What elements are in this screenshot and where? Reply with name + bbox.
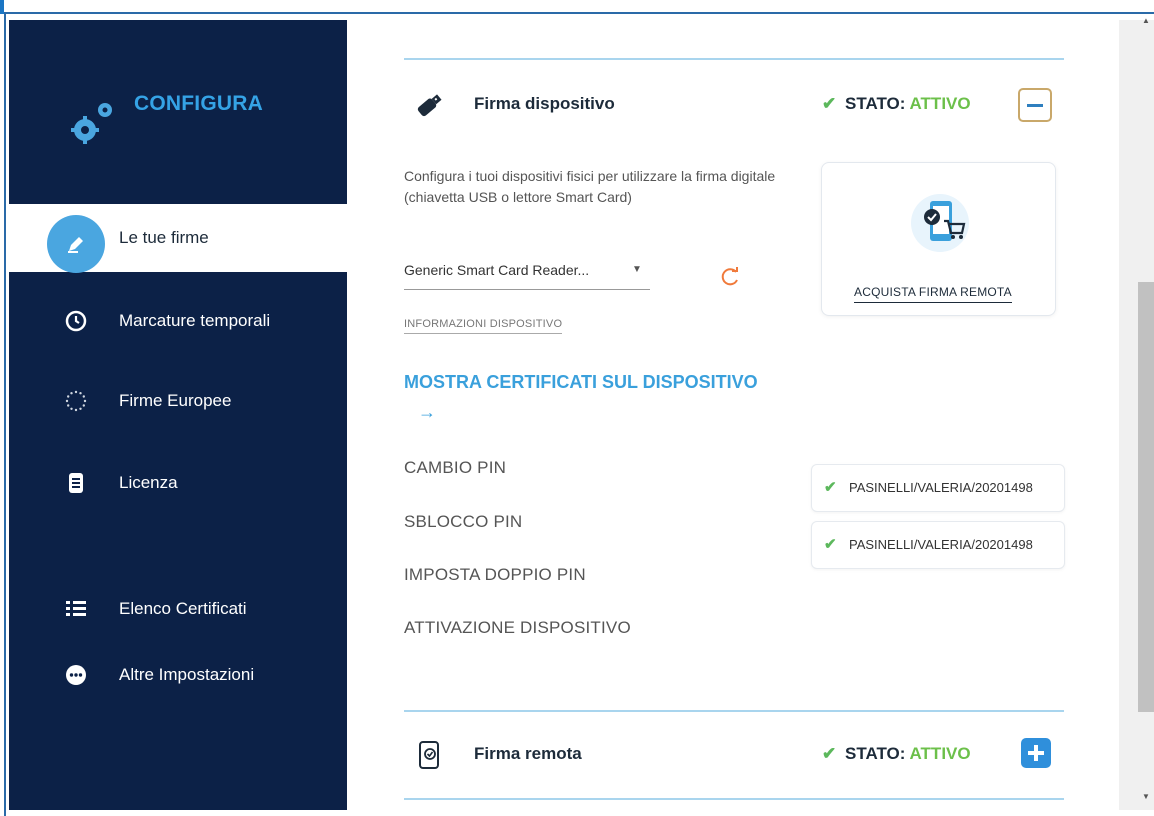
status-value: ATTIVO bbox=[909, 94, 971, 113]
sidebar-item-altre-impostazioni[interactable]: Altre Impostazioni bbox=[9, 642, 347, 708]
main-content bbox=[347, 20, 1119, 810]
eu-stars-icon bbox=[65, 390, 87, 412]
sidebar-item-label: Le tue firme bbox=[119, 228, 209, 247]
change-pin-action[interactable]: CAMBIO PIN bbox=[404, 458, 506, 478]
device-info-link[interactable]: INFORMAZIONI DISPOSITIVO bbox=[404, 318, 563, 334]
divider bbox=[404, 710, 1064, 712]
certificate-name: PASINELLI/VALERIA/20201498 bbox=[849, 537, 1033, 552]
divider bbox=[404, 798, 1064, 800]
status-label: STATO: bbox=[844, 94, 906, 113]
buy-remote-signature-link[interactable]: ACQUISTA FIRMA REMOTA bbox=[854, 285, 1012, 303]
check-icon: ✔ bbox=[822, 744, 837, 763]
scroll-up-icon[interactable]: ▲ bbox=[1142, 16, 1150, 25]
remote-phone-icon bbox=[419, 741, 439, 769]
check-icon: ✔ bbox=[824, 479, 837, 496]
sidebar: CONFIGURA Le tue firme Marcature tempora… bbox=[9, 20, 347, 810]
gears-icon bbox=[71, 103, 112, 144]
sidebar-item-elenco-certificati[interactable]: Elenco Certificati bbox=[9, 576, 347, 642]
reader-select-value: Generic Smart Card Reader... bbox=[404, 262, 590, 278]
expand-button[interactable] bbox=[1021, 738, 1051, 768]
check-icon: ✔ bbox=[824, 536, 837, 553]
mobile-cart-icon bbox=[911, 194, 969, 252]
status-value: ATTIVO bbox=[909, 744, 971, 763]
promo-card: ACQUISTA FIRMA REMOTA bbox=[821, 162, 1056, 316]
sidebar-item-label: Altre Impostazioni bbox=[119, 665, 255, 684]
check-icon: ✔ bbox=[822, 94, 837, 113]
certificate-chip[interactable]: ✔ PASINELLI/VALERIA/20201498 bbox=[811, 521, 1065, 569]
remote-section-header: Firma remota ✔ STATO: ATTIVO bbox=[404, 730, 1064, 780]
scroll-down-icon[interactable]: ▼ bbox=[1142, 792, 1150, 801]
device-status: ✔ STATO: ATTIVO bbox=[822, 94, 971, 114]
sidebar-item-label: Elenco Certificati bbox=[119, 599, 247, 618]
sidebar-item-firme-europee[interactable]: Firme Europee bbox=[9, 368, 347, 434]
pen-icon bbox=[47, 215, 105, 273]
list-icon bbox=[65, 598, 87, 620]
reader-select[interactable]: Generic Smart Card Reader... ▼ bbox=[404, 262, 650, 290]
status-label: STATO: bbox=[844, 744, 906, 763]
sidebar-item-label: Marcature temporali bbox=[119, 311, 271, 330]
double-pin-action[interactable]: IMPOSTA DOPPIO PIN bbox=[404, 565, 586, 585]
sidebar-item-licenza[interactable]: Licenza bbox=[9, 450, 347, 516]
scrollbar-thumb[interactable] bbox=[1138, 282, 1154, 712]
brand-title: CONFIGURA bbox=[134, 92, 263, 115]
chevron-down-icon: ▼ bbox=[632, 264, 642, 275]
sidebar-item-le-tue-firme[interactable]: Le tue firme bbox=[9, 204, 347, 273]
device-description: Configura i tuoi dispositivi fisici per … bbox=[404, 168, 776, 205]
usb-key-icon bbox=[417, 94, 442, 117]
device-section-header: Firma dispositivo ✔ STATO: ATTIVO bbox=[404, 80, 1064, 130]
refresh-icon[interactable] bbox=[719, 266, 741, 288]
sidebar-item-label: Licenza bbox=[119, 473, 178, 492]
sidebar-item-label: Firme Europee bbox=[119, 391, 232, 410]
certificate-chip[interactable]: ✔ PASINELLI/VALERIA/20201498 bbox=[811, 464, 1065, 512]
remote-section-title: Firma remota bbox=[474, 744, 582, 763]
divider bbox=[404, 58, 1064, 60]
collapse-button[interactable] bbox=[1018, 88, 1052, 122]
certificate-name: PASINELLI/VALERIA/20201498 bbox=[849, 480, 1033, 495]
unlock-pin-action[interactable]: SBLOCCO PIN bbox=[404, 512, 522, 532]
brand: CONFIGURA bbox=[69, 88, 339, 148]
device-activation-action[interactable]: ATTIVAZIONE DISPOSITIVO bbox=[404, 618, 631, 638]
sidebar-item-marcature-temporali[interactable]: Marcature temporali bbox=[9, 288, 347, 354]
arrow-right-icon[interactable]: → bbox=[418, 402, 436, 423]
document-icon bbox=[65, 472, 87, 494]
show-certificates-link[interactable]: MOSTRA CERTIFICATI SUL DISPOSITIVO bbox=[404, 372, 758, 393]
device-section-title: Firma dispositivo bbox=[474, 94, 615, 113]
clock-icon bbox=[65, 310, 87, 332]
more-icon bbox=[65, 664, 87, 686]
remote-status: ✔ STATO: ATTIVO bbox=[822, 744, 971, 764]
